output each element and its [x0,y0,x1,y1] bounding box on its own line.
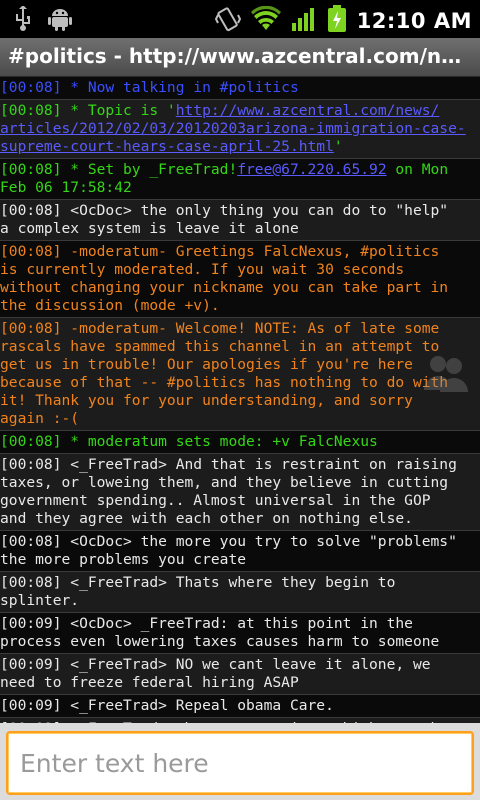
message-text: a complex system is leave it alone [0,220,299,237]
clock: 12:10 AM [356,9,472,33]
message-row: [00:08] <OcDoc> the more you try to solv… [0,531,480,571]
message-text: because of that -- #politics has nothing… [0,374,449,391]
message-input[interactable] [18,745,452,781]
topic-link[interactable]: supreme-court-hears-case-april-25.html [0,138,334,155]
message-text: [00:08] * Now talking in #politics [0,79,299,96]
message-text: it! Thank you for your understanding, an… [0,392,413,409]
android-debug-icon [48,6,72,36]
message-row: [00:08] * Topic is 'http://www.azcentral… [0,100,480,158]
message-text: [00:08] * Set by _FreeTrad!free@67.220.6… [0,161,449,178]
message-text: the discussion (mode +v). [0,297,220,314]
message-text: supreme-court-hears-case-april-25.html' [0,138,343,155]
message-text: and they agree with each other on nothin… [0,510,413,527]
message-text: [00:08] <OcDoc> the more you try to solv… [0,533,457,550]
message-text: articles/2012/02/03/20120203arizona-immi… [0,120,472,138]
status-bar: 12:10 AM [0,0,480,38]
vibrate-icon [214,6,241,36]
message-row: [00:08] * Now talking in #politics [0,77,480,99]
channel-title: #politics - http://www.azcentral.com/new… [8,44,472,68]
message-row: [00:08] <_FreeTrad> And that is restrain… [0,454,480,530]
message-text: [00:08] <OcDoc> the only thing you can d… [0,202,449,219]
input-bar [0,723,480,800]
message-row: [00:08] * moderatum sets mode: +v FalcNe… [0,431,480,453]
message-text: without changing your nickname you can t… [0,279,449,296]
message-text: [00:08] -moderatum- Greetings FalcNexus,… [0,243,440,260]
message-row: [00:09] <_FreeTrad> Repeal obama Care. [0,695,480,717]
users-icon[interactable] [422,352,470,392]
message-text: [00:08] * moderatum sets mode: +v FalcNe… [0,433,378,450]
message-text: need to freeze federal hiring ASAP [0,674,299,691]
message-text: Feb 06 17:58:42 [0,179,132,196]
message-text: [00:09] <_FreeTrad> Repeal obama Care. [0,697,334,714]
message-text: get us in trouble! Our apologies if you'… [0,356,413,373]
message-text: government spending.. Almost universal i… [0,492,431,509]
message-text: the more problems you create [0,551,247,568]
channel-title-bar: #politics - http://www.azcentral.com/new… [0,38,480,77]
message-text: [00:09] <OcDoc> _FreeTrad: at this point… [0,615,413,632]
message-text: again :-( [0,410,80,427]
topic-link[interactable]: articles/2012/02/03/20120203arizona-immi… [0,120,466,137]
message-row: [00:08] -moderatum- Welcome! NOTE: As of… [0,318,480,430]
message-row: [00:08] <OcDoc> the only thing you can d… [0,200,480,240]
hostmask-link[interactable]: free@67.220.65.92 [237,161,386,178]
message-row: [00:08] * Set by _FreeTrad!free@67.220.6… [0,159,480,199]
message-text: [00:08] <_FreeTrad> Thats where they beg… [0,574,396,591]
message-text: [00:08] * Topic is 'http://www.azcentral… [0,102,440,119]
wifi-icon [250,5,281,36]
message-row: [00:08] <_FreeTrad> Thats where they beg… [0,572,480,612]
message-row: [00:08] -moderatum- Greetings FalcNexus,… [0,241,480,317]
signal-icon [291,6,317,36]
message-text: [00:08] -moderatum- Welcome! NOTE: As of… [0,320,440,337]
message-text: [00:09] <_FreeTrad> NO we cant leave it … [0,656,431,673]
message-input-frame [6,731,474,795]
battery-icon [327,5,347,37]
message-log[interactable]: [00:08] * Now talking in #politics [00:08… [0,77,480,723]
usb-icon [14,5,32,36]
message-text: taxes, or loweing them, and they believe… [0,474,449,491]
message-text: splinter. [0,592,80,609]
topic-link[interactable]: http://www.azcentral.com/news/ [176,102,440,119]
message-text: is currently moderated. If you wait 30 s… [0,261,405,278]
message-text: rascals have spammed this channel in an … [0,338,440,355]
message-row: [00:09] <_FreeTrad> NO we cant leave it … [0,654,480,694]
message-row: [00:09] <OcDoc> _FreeTrad: at this point… [0,613,480,653]
message-text: [00:08] <_FreeTrad> And that is restrain… [0,456,457,473]
message-text: process even lowering taxes causes harm … [0,633,440,650]
